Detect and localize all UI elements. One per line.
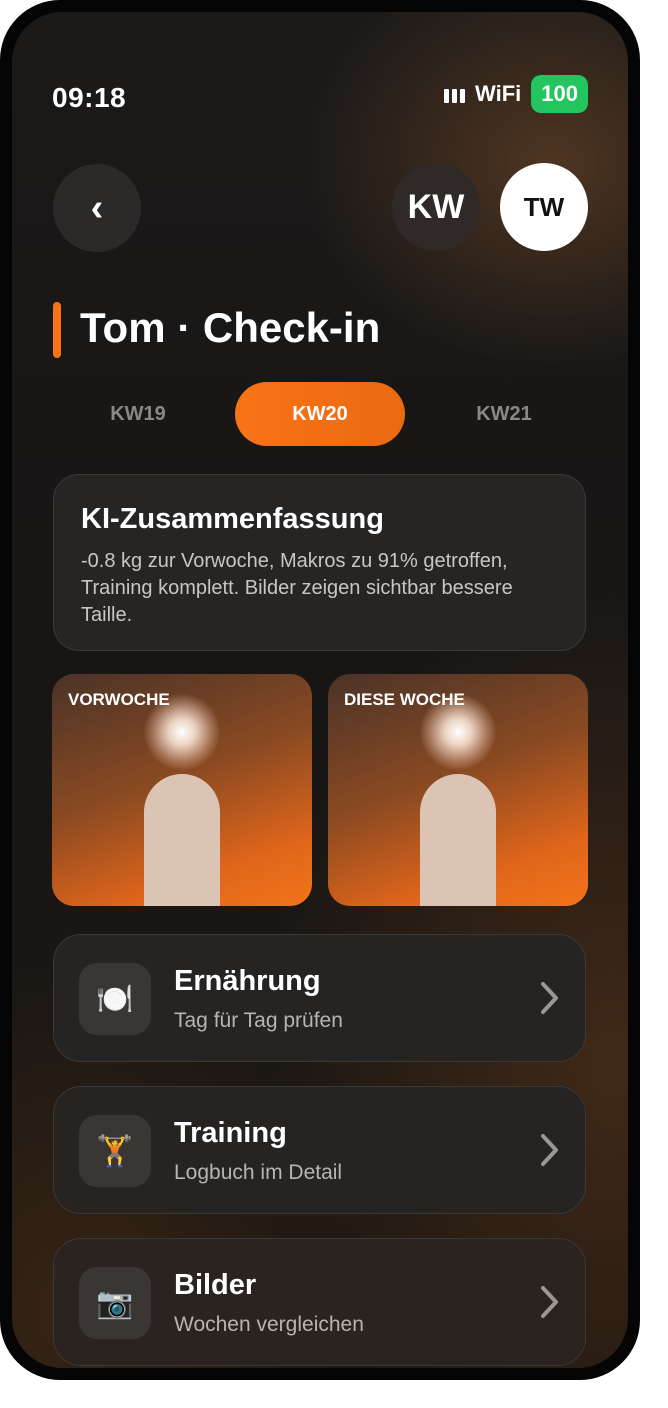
avatar-kw-label: KW — [407, 187, 465, 226]
chevron-right-icon — [541, 1286, 558, 1318]
training-card[interactable]: 🏋️ Training Logbuch im Detail — [53, 1086, 586, 1214]
back-button[interactable]: ‹ — [53, 164, 141, 252]
status-time: 09:18 — [52, 82, 127, 113]
tab-kw19[interactable]: KW19 — [53, 382, 223, 446]
phone-frame: 09:18 WiFi 100 ‹ KW TW Tom · Check-in KW… — [0, 0, 640, 1380]
nutrition-title: Ernährung — [174, 965, 321, 997]
photos-subtitle: Wochen vergleichen — [174, 1313, 364, 1336]
signal-bars-icon — [444, 85, 466, 103]
photo-current-label: DIESE WOCHE — [344, 690, 465, 709]
avatar-tw[interactable]: TW — [500, 163, 588, 251]
status-indicators: WiFi 100 — [444, 74, 588, 114]
tab-kw21[interactable]: KW21 — [419, 382, 589, 446]
photo-figure — [144, 774, 220, 906]
training-subtitle: Logbuch im Detail — [174, 1161, 343, 1184]
photos-title: Bilder — [174, 1269, 257, 1301]
status-bar: 09:18 WiFi 100 — [52, 74, 588, 118]
chevron-left-icon: ‹ — [90, 186, 104, 229]
wifi-label: WiFi — [475, 81, 522, 106]
week-tabs: KW19 KW20 KW21 — [53, 382, 588, 446]
photo-this-week[interactable]: DIESE WOCHE — [328, 674, 588, 906]
nutrition-card[interactable]: 🍽️ Ernährung Tag für Tag prüfen — [53, 934, 586, 1062]
summary-text: -0.8 kg zur Vorwoche, Makros zu 91% getr… — [81, 550, 513, 626]
nutrition-subtitle: Tag für Tag prüfen — [174, 1009, 343, 1032]
camera-icon: 📷 — [79, 1267, 151, 1339]
chevron-right-icon — [541, 1134, 558, 1166]
training-title: Training — [174, 1117, 287, 1149]
app-screen: 09:18 WiFi 100 ‹ KW TW Tom · Check-in KW… — [12, 12, 628, 1368]
title-accent-bar — [53, 302, 61, 358]
summary-title: KI-Zusammenfassung — [81, 503, 384, 535]
avatar-tw-label: TW — [523, 191, 565, 222]
ai-summary-card: KI-Zusammenfassung -0.8 kg zur Vorwoche,… — [53, 474, 586, 651]
avatar-kw[interactable]: KW — [392, 163, 480, 251]
photo-figure — [420, 774, 496, 906]
page-title: Tom · Check-in — [80, 304, 381, 351]
weightlifter-icon: 🏋️ — [79, 1115, 151, 1187]
chevron-right-icon — [541, 982, 558, 1014]
photos-card[interactable]: 📷 Bilder Wochen vergleichen — [53, 1238, 586, 1366]
plate-cutlery-icon: 🍽️ — [79, 963, 151, 1035]
photo-previous-week[interactable]: VORWOCHE — [52, 674, 312, 906]
battery-badge: 100 — [531, 75, 588, 113]
photo-previous-label: VORWOCHE — [68, 690, 170, 709]
tab-kw20[interactable]: KW20 — [235, 382, 405, 446]
